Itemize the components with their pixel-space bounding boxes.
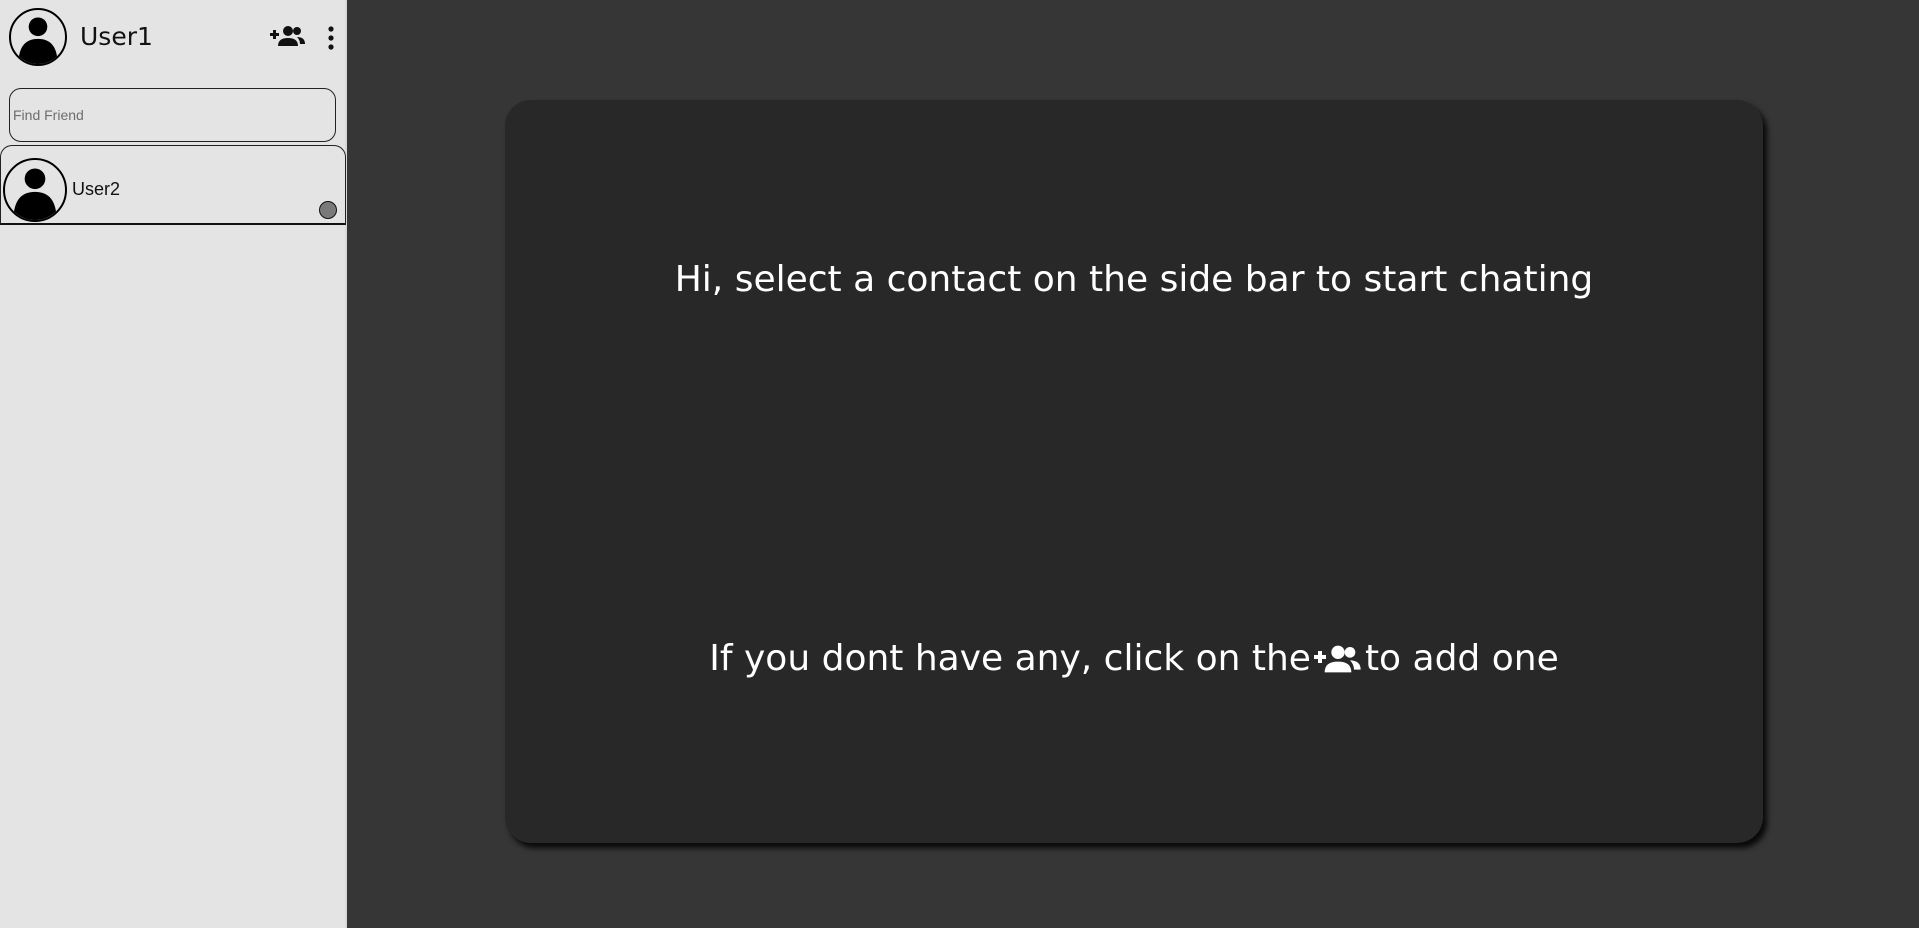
contact-avatar — [3, 158, 67, 222]
contact-name: User2 — [72, 179, 121, 199]
contact-list-item[interactable]: User2 — [0, 145, 346, 225]
hint-text-before: If you dont have any, click on the — [709, 638, 1311, 679]
more-vertical-icon — [328, 26, 334, 50]
welcome-card: Hi, select a contact on the side bar to … — [505, 100, 1763, 843]
greeting-text: Hi, select a contact on the side bar to … — [674, 259, 1594, 300]
sidebar-header: User1 — [0, 0, 347, 75]
hint-text-after: to add one — [1364, 638, 1559, 679]
status-indicator — [319, 201, 337, 219]
avatar-person-icon — [13, 168, 57, 220]
person-add-icon — [1313, 643, 1363, 675]
user-avatar[interactable] — [9, 8, 67, 66]
add-friend-button[interactable] — [268, 20, 308, 52]
hint-text: If you dont have any, click on the to ad… — [505, 638, 1763, 679]
sidebar: User1 User2 — [0, 0, 347, 928]
find-friend-input[interactable] — [9, 88, 336, 142]
avatar-person-icon — [18, 17, 58, 64]
more-options-button[interactable] — [320, 22, 342, 54]
current-username: User1 — [80, 22, 153, 51]
person-add-icon — [270, 26, 305, 46]
